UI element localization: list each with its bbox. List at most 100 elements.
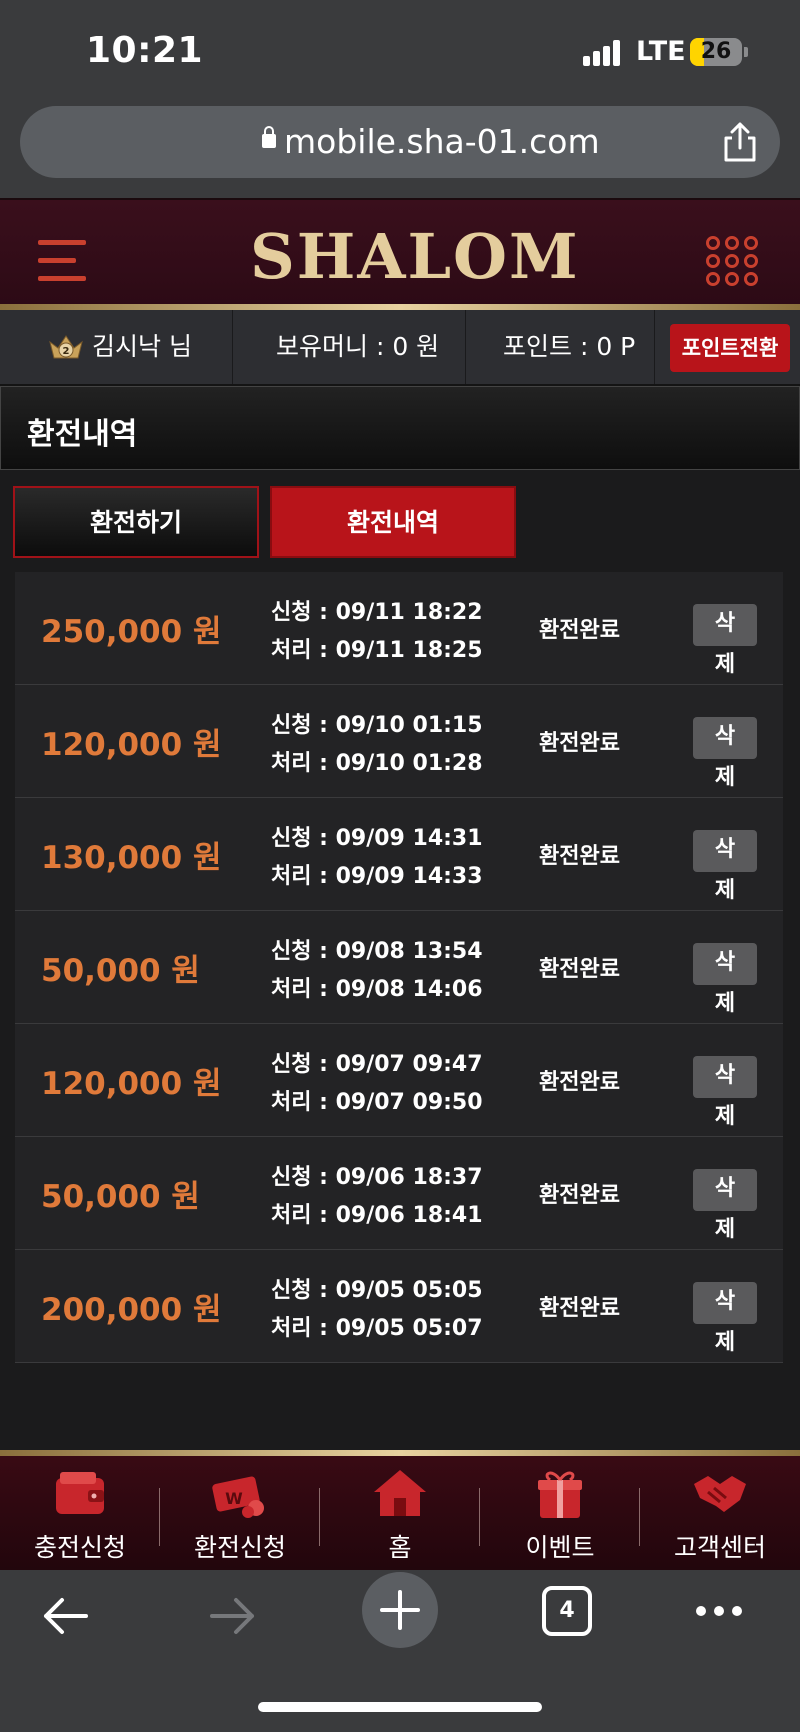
nav-label: 환전신청 (193, 1533, 286, 1562)
amount: 50,000 원 (41, 953, 200, 989)
nav-item-support[interactable]: 고객센터 (640, 1466, 800, 1566)
user-info-bar: 2 김시낙 님 보유머니 : 0 원 포인트 : 0 P 포인트전환 (0, 310, 800, 386)
page-title-bar: 환전내역 (0, 386, 800, 470)
menu-icon[interactable] (34, 236, 92, 284)
home-indicator (258, 1702, 542, 1712)
divider (465, 310, 466, 384)
list-item: 130,000 원 신청 : 09/09 14:31 처리 : 09/09 14… (15, 798, 783, 911)
back-arrow-icon[interactable] (40, 1594, 90, 1638)
site-header: SHALOM (0, 198, 800, 310)
amount: 120,000 원 (41, 727, 222, 763)
grid-menu-icon[interactable] (706, 236, 762, 288)
delete-button[interactable]: 삭 (693, 604, 757, 646)
site-logo[interactable]: SHALOM (250, 220, 580, 293)
delete-button-wrap[interactable]: 제 (693, 646, 757, 678)
processed-time: 처리 : 09/05 05:07 (271, 1316, 483, 1341)
nav-label: 이벤트 (525, 1533, 595, 1562)
request-time: 신청 : 09/11 18:22 (271, 600, 483, 625)
delete-button-wrap[interactable]: 제 (693, 1324, 757, 1356)
status-label: 환전완료 (539, 1183, 620, 1208)
delete-button[interactable]: 삭 (693, 943, 757, 985)
handshake-icon (694, 1476, 746, 1512)
amount: 250,000 원 (41, 614, 222, 650)
processed-time: 처리 : 09/10 01:28 (271, 751, 483, 776)
list-item: 50,000 원 신청 : 09/06 18:37 처리 : 09/06 18:… (15, 1137, 783, 1250)
delete-button[interactable]: 삭 (693, 830, 757, 872)
withdraw-history-list: 250,000 원 신청 : 09/11 18:22 처리 : 09/11 18… (15, 572, 783, 1363)
money-icon: W (212, 1476, 264, 1518)
svg-text:2: 2 (63, 346, 70, 357)
nav-label: 충전신청 (33, 1533, 126, 1562)
delete-button[interactable]: 삭 (693, 1169, 757, 1211)
delete-button[interactable]: 삭 (693, 1282, 757, 1324)
processed-time: 처리 : 09/09 14:33 (271, 864, 483, 889)
request-time: 신청 : 09/09 14:31 (271, 826, 483, 851)
request-time: 신청 : 09/05 05:05 (271, 1278, 483, 1303)
status-time: 10:21 (86, 30, 204, 71)
browser-url-area: mobile.sha-01.com (0, 100, 800, 198)
status-label: 환전완료 (539, 1296, 620, 1321)
nav-divider (0, 1450, 800, 1456)
list-item: 50,000 원 신청 : 09/08 13:54 처리 : 09/08 14:… (15, 911, 783, 1024)
nav-label: 고객센터 (673, 1533, 766, 1562)
more-icon[interactable] (694, 1604, 744, 1618)
url-bar[interactable]: mobile.sha-01.com (20, 106, 780, 178)
new-tab-button[interactable] (362, 1572, 438, 1648)
request-time: 신청 : 09/08 13:54 (271, 939, 483, 964)
tab-withdraw-history[interactable]: 환전내역 (270, 486, 516, 558)
nav-label: 홈 (388, 1533, 412, 1562)
nav-item-deposit[interactable]: 충전신청 (0, 1466, 160, 1566)
delete-button-wrap[interactable]: 제 (693, 1098, 757, 1130)
processed-time: 처리 : 09/08 14:06 (271, 977, 483, 1002)
battery-cap (744, 47, 748, 57)
user-points: 포인트 : 0 P (503, 332, 636, 361)
user-name: 김시낙 님 (92, 332, 192, 361)
amount: 120,000 원 (41, 1066, 222, 1102)
nav-item-event[interactable]: 이벤트 (480, 1466, 640, 1566)
request-time: 신청 : 09/06 18:37 (271, 1165, 483, 1190)
delete-button-wrap[interactable]: 제 (693, 759, 757, 791)
request-time: 신청 : 09/07 09:47 (271, 1052, 483, 1077)
bottom-site-nav: 충전신청 W 환전신청 홈 이벤트 고객센터 (0, 1450, 800, 1570)
wallet-icon (56, 1472, 104, 1514)
nav-item-home[interactable]: 홈 (320, 1466, 480, 1566)
list-item: 120,000 원 신청 : 09/10 01:15 처리 : 09/10 01… (15, 685, 783, 798)
divider (232, 310, 233, 384)
nav-item-withdraw[interactable]: W 환전신청 (160, 1466, 320, 1566)
point-convert-button[interactable]: 포인트전환 (670, 324, 790, 372)
delete-button[interactable]: 삭 (693, 717, 757, 759)
battery-level: 26 (700, 39, 732, 64)
signal-icon (583, 40, 623, 66)
home-icon (374, 1470, 426, 1516)
url-text: mobile.sha-01.com (284, 122, 600, 161)
processed-time: 처리 : 09/06 18:41 (271, 1203, 483, 1228)
delete-button-wrap[interactable]: 제 (693, 985, 757, 1017)
share-icon[interactable] (720, 120, 760, 164)
delete-button[interactable]: 삭 (693, 1056, 757, 1098)
svg-text:W: W (225, 1489, 243, 1508)
forward-arrow-icon[interactable] (208, 1594, 258, 1638)
delete-button-wrap[interactable]: 제 (693, 872, 757, 904)
tabs-count-button[interactable]: 4 (542, 1586, 592, 1636)
status-label: 환전완료 (539, 844, 620, 869)
tab-withdraw[interactable]: 환전하기 (13, 486, 259, 558)
page-title: 환전내역 (27, 417, 138, 452)
amount: 50,000 원 (41, 1179, 200, 1215)
list-item: 250,000 원 신청 : 09/11 18:22 처리 : 09/11 18… (15, 572, 783, 685)
network-label: LTE (636, 36, 686, 67)
list-item: 120,000 원 신청 : 09/07 09:47 처리 : 09/07 09… (15, 1024, 783, 1137)
amount: 200,000 원 (41, 1292, 222, 1328)
battery-icon: 26 (690, 38, 742, 66)
amount: 130,000 원 (41, 840, 222, 876)
user-money: 보유머니 : 0 원 (276, 332, 440, 361)
status-label: 환전완료 (539, 957, 620, 982)
processed-time: 처리 : 09/11 18:25 (271, 638, 483, 663)
request-time: 신청 : 09/10 01:15 (271, 713, 483, 738)
lock-icon (262, 126, 276, 148)
list-item: 200,000 원 신청 : 09/05 05:05 처리 : 09/05 05… (15, 1250, 783, 1363)
status-label: 환전완료 (539, 731, 620, 756)
delete-button-wrap[interactable]: 제 (693, 1211, 757, 1243)
status-bar: 10:21 LTE 26 (0, 0, 800, 100)
processed-time: 처리 : 09/07 09:50 (271, 1090, 483, 1115)
status-label: 환전완료 (539, 618, 620, 643)
